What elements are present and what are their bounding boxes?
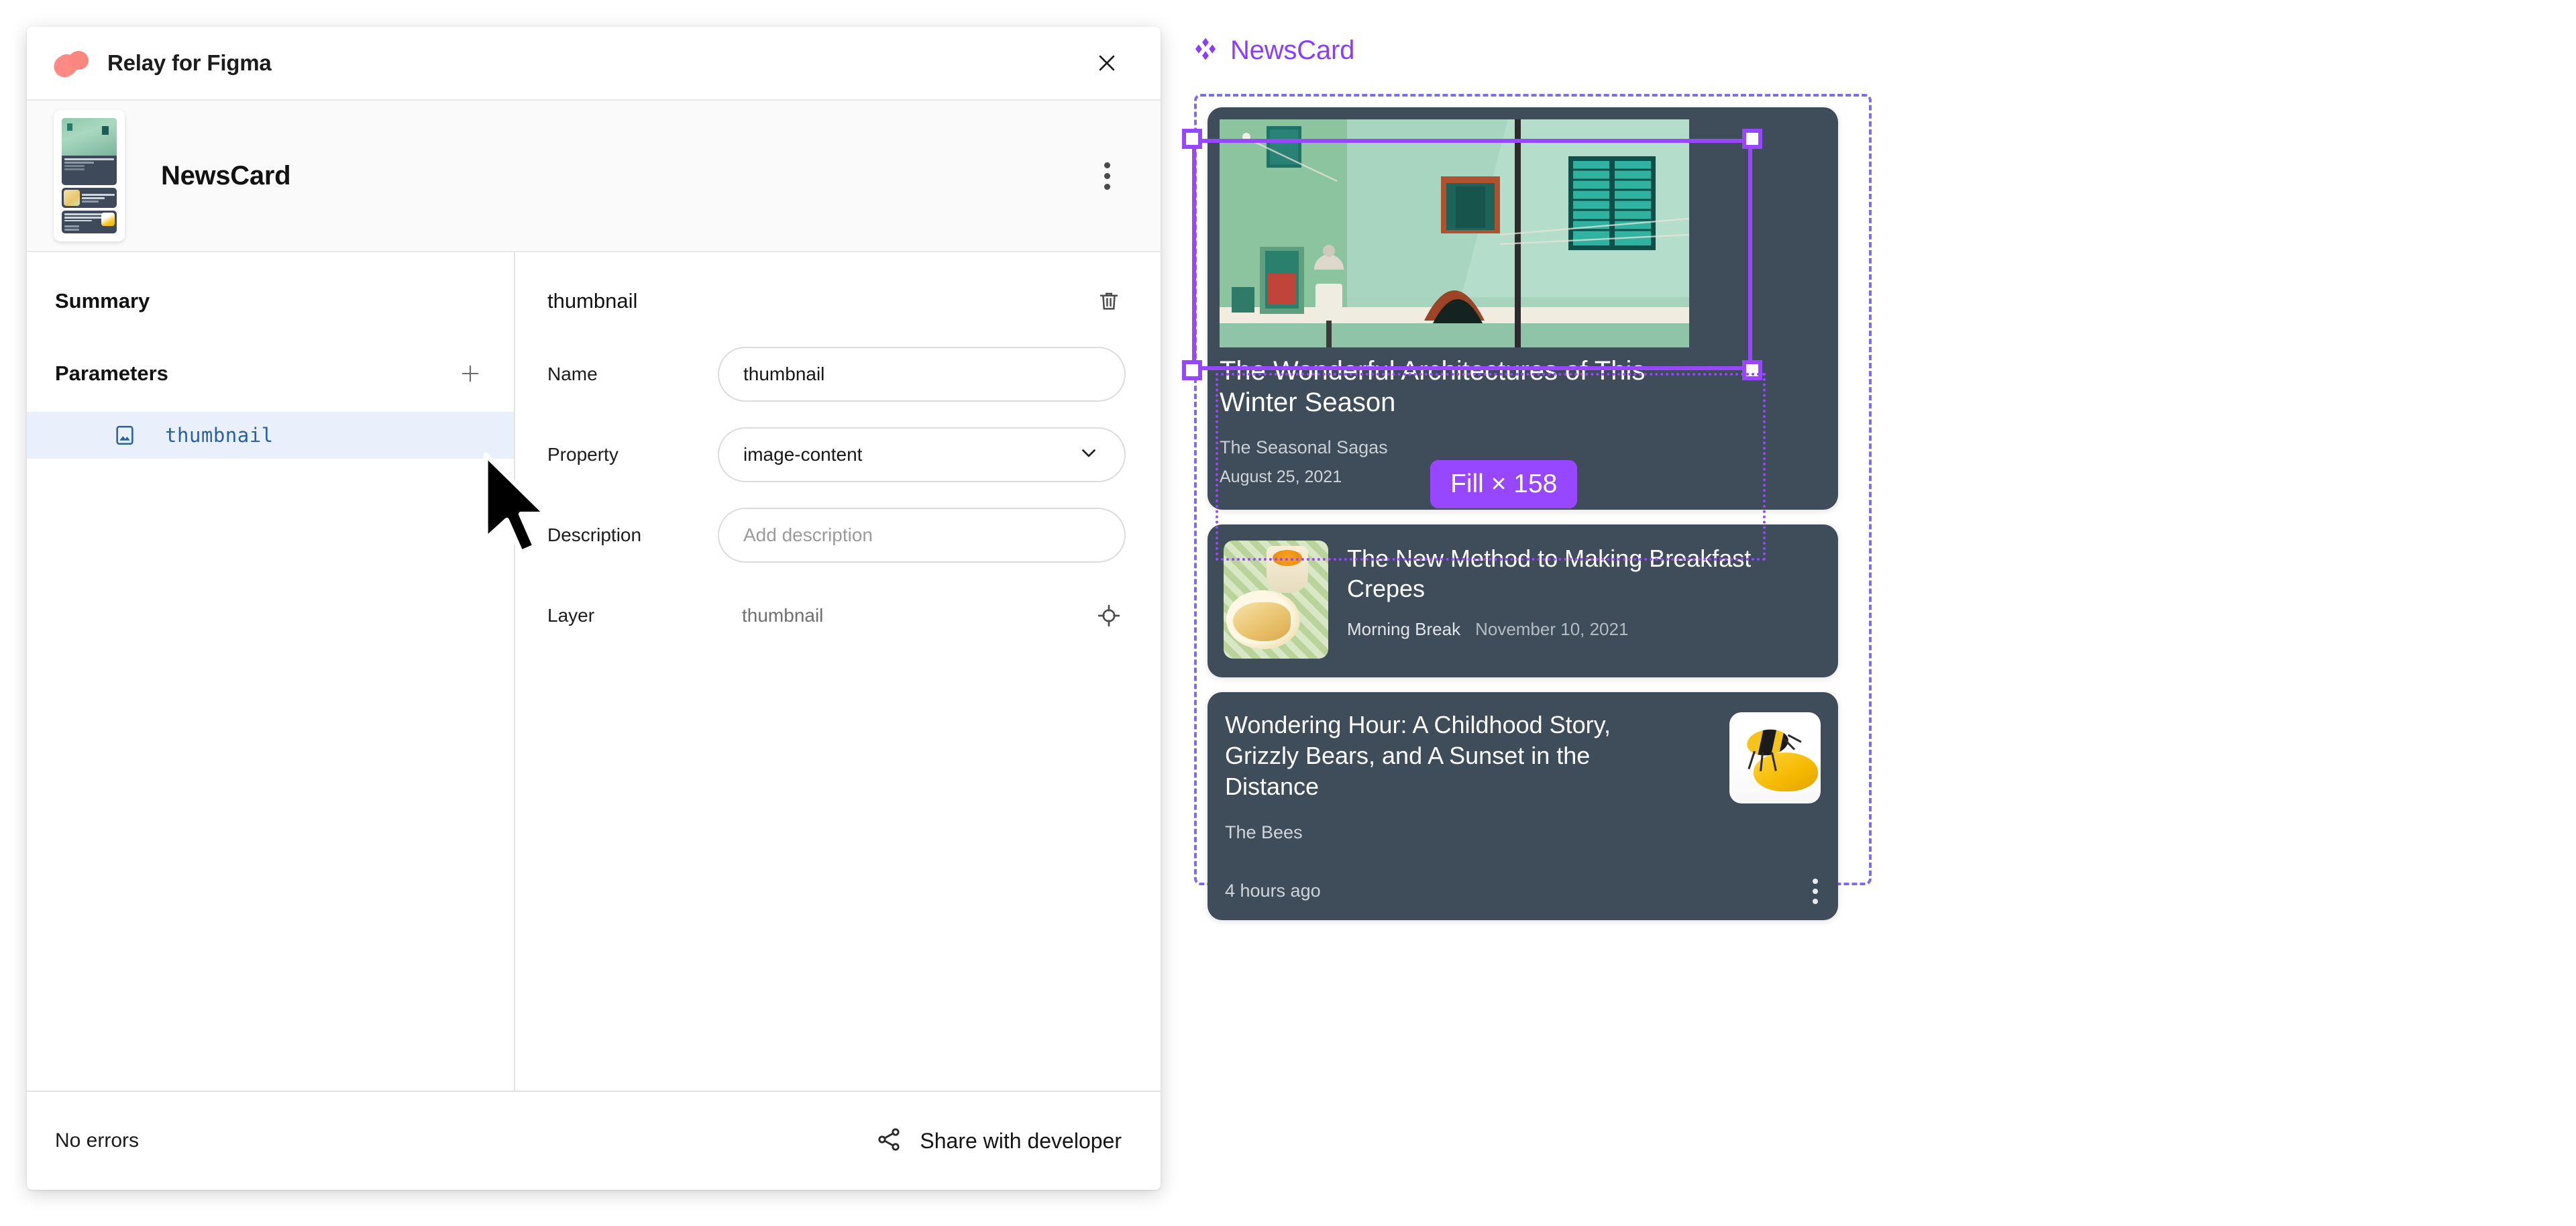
- parameter-list-item-thumbnail[interactable]: thumbnail: [27, 412, 514, 459]
- selection-handle-bottom-right[interactable]: [1742, 360, 1762, 380]
- news-card-2-meta: Morning Break November 10, 2021: [1347, 619, 1822, 640]
- parameter-label: thumbnail: [165, 424, 274, 447]
- news-card-1[interactable]: The Wonderful Architectures of This Wint…: [1208, 107, 1838, 510]
- frame-label[interactable]: NewsCard: [1181, 27, 2549, 74]
- parameters-label: Parameters: [55, 361, 168, 385]
- share-icon: [875, 1126, 902, 1156]
- description-field-label: Description: [547, 524, 642, 545]
- component-name: NewsCard: [161, 160, 291, 190]
- news-card-2[interactable]: The New Method to Making Breakfast Crepe…: [1208, 524, 1838, 677]
- field-row-property: Property image-content: [547, 423, 1126, 487]
- field-row-name: Name thumbnail: [547, 342, 1126, 406]
- selection-handle-top-left[interactable]: [1182, 129, 1202, 149]
- field-row-layer: Layer thumbnail: [547, 583, 1126, 648]
- image-icon: [113, 423, 137, 447]
- plugin-titlebar: Relay for Figma: [27, 27, 1161, 101]
- news-card-1-source: The Seasonal Sagas: [1220, 437, 1388, 458]
- close-icon[interactable]: [1088, 44, 1126, 82]
- news-card-3-title: Wondering Hour: A Childhood Story, Grizz…: [1225, 711, 1611, 801]
- selection-handle-bottom-left[interactable]: [1182, 360, 1202, 380]
- figma-canvas: NewsCard The Wonderful Architectures of …: [1181, 27, 2549, 1194]
- layer-value: thumbnail: [742, 605, 824, 626]
- more-vertical-icon[interactable]: [1088, 157, 1126, 194]
- chevron-down-icon: [1077, 441, 1100, 469]
- name-field-label: Name: [547, 364, 598, 384]
- news-card-3-date: 4 hours ago: [1225, 881, 1321, 901]
- fill-count-badge: Fill × 158: [1430, 460, 1578, 508]
- relay-plugin-panel: Relay for Figma NewsCard Summary Paramet…: [27, 27, 1161, 1190]
- component-header: NewsCard: [27, 101, 1161, 252]
- summary-label: Summary: [55, 289, 150, 313]
- summary-section-header[interactable]: Summary: [27, 276, 514, 326]
- parameters-column: Summary Parameters thumbnail: [27, 252, 515, 1091]
- news-card-2-source: Morning Break: [1347, 618, 1461, 639]
- panel-footer: No errors Share with developer: [27, 1091, 1161, 1190]
- status-text: No errors: [55, 1129, 140, 1152]
- component-diamond-icon: [1193, 36, 1218, 65]
- breakfast-crepes-photo: [1224, 541, 1328, 659]
- parameter-detail-column: thumbnail Name thumbnail Property image-…: [515, 252, 1161, 1091]
- property-select-value: image-content: [743, 444, 863, 465]
- field-row-description: Description Add description: [547, 503, 1126, 567]
- property-field-label: Property: [547, 444, 619, 465]
- bee-photo: [1729, 712, 1821, 803]
- property-select[interactable]: image-content: [718, 427, 1126, 482]
- plugin-title: Relay for Figma: [107, 50, 272, 75]
- component-preview-thumbnail: [54, 110, 125, 241]
- crosshair-target-icon[interactable]: [1092, 599, 1126, 632]
- trash-icon[interactable]: [1092, 284, 1126, 318]
- more-vertical-icon[interactable]: [1813, 879, 1818, 904]
- name-input[interactable]: thumbnail: [718, 347, 1126, 402]
- plus-icon[interactable]: [455, 358, 486, 389]
- description-input[interactable]: Add description: [718, 508, 1126, 563]
- news-card-3-source: The Bees: [1225, 822, 1303, 843]
- news-card-2-title: The New Method to Making Breakfast Crepe…: [1347, 545, 1752, 603]
- detail-title: thumbnail: [547, 289, 638, 313]
- description-placeholder: Add description: [743, 524, 873, 545]
- news-card-3[interactable]: Wondering Hour: A Childhood Story, Grizz…: [1208, 692, 1838, 920]
- panel-body: Summary Parameters thumbnail thumbnail N…: [27, 252, 1161, 1091]
- news-card-2-date: November 10, 2021: [1475, 618, 1629, 639]
- share-with-developer-button[interactable]: Share with developer: [875, 1126, 1122, 1156]
- detail-header: thumbnail: [547, 276, 1126, 326]
- green-building-photo[interactable]: [1220, 119, 1689, 347]
- share-label: Share with developer: [920, 1128, 1122, 1153]
- news-card-2-body: The New Method to Making Breakfast Crepe…: [1347, 541, 1822, 640]
- selection-handle-top-right[interactable]: [1742, 129, 1762, 149]
- news-card-1-title: The Wonderful Architectures of This Wint…: [1220, 356, 1646, 418]
- relay-logo-icon: [50, 50, 91, 82]
- parameters-section-header: Parameters: [27, 349, 514, 398]
- frame-name: NewsCard: [1230, 35, 1355, 65]
- name-input-value: thumbnail: [743, 364, 825, 384]
- layer-field-label: Layer: [547, 605, 595, 626]
